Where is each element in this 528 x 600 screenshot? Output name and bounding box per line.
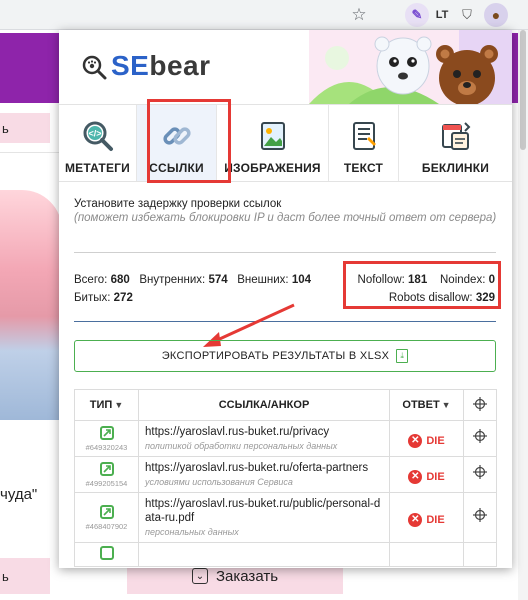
file-download-icon: ⤓: [396, 349, 409, 363]
column-target-header[interactable]: [463, 389, 497, 421]
popup-header: SEbear: [59, 30, 512, 104]
status-badge: ✕ DIE: [408, 512, 445, 527]
internal-link-icon: [99, 425, 114, 440]
crosshair-icon: [473, 396, 487, 411]
background-left-button[interactable]: ь: [0, 558, 50, 594]
cart-icon: ⌄: [191, 568, 208, 584]
browser-toolbar: ☆ ✎ LT ⛉ ●: [0, 0, 528, 30]
chain-link-icon: [162, 127, 191, 145]
error-icon: ✕: [408, 433, 423, 448]
popup-tabs: </> МЕТАТЕГИ ССЫЛКИ ИЗОБРАЖЕНИЯ ТЕКСТ БЕ…: [59, 104, 512, 182]
background-pink-label: ь: [2, 120, 9, 136]
backlinks-icon: [441, 122, 470, 150]
tab-text-label: ТЕКСТ: [343, 161, 384, 175]
table-row-partial: [74, 542, 497, 567]
link-url[interactable]: https://yaroslavl.rus-buket.ru/oferta-pa…: [145, 461, 383, 475]
column-response-header[interactable]: ОТВЕТ ▼: [389, 389, 464, 421]
link-url[interactable]: https://yaroslavl.rus-buket.ru/privacy: [145, 425, 383, 439]
chevron-down-icon: ▼: [441, 400, 451, 410]
link-url[interactable]: https://yaroslavl.rus-buket.ru/public/pe…: [145, 497, 383, 525]
background-header-block: [0, 33, 68, 103]
scrollbar-thumb[interactable]: [520, 30, 526, 150]
background-product-text: чуда": [0, 486, 38, 503]
divider: [74, 252, 496, 253]
crosshair-icon: [473, 508, 487, 522]
background-left-button-label: ь: [2, 568, 9, 584]
link-anchor: персональных данных: [145, 527, 239, 537]
chevron-down-icon: ▼: [114, 400, 124, 410]
sebear-extension-icon[interactable]: ●: [484, 3, 508, 27]
status-badge: ✕ DIE: [408, 433, 445, 448]
crosshair-icon: [473, 465, 487, 479]
status-badge: ✕ DIE: [408, 469, 445, 484]
external-count: 104: [291, 274, 311, 286]
magnifier-logo-icon: [82, 55, 107, 80]
internal-link-icon: [99, 461, 114, 476]
locate-link-button[interactable]: [463, 456, 497, 493]
column-type-header[interactable]: ТИП ▼: [74, 389, 139, 421]
noindex-count: 0: [488, 274, 495, 286]
page-scrollbar[interactable]: [518, 30, 528, 600]
broken-count: 272: [113, 292, 133, 304]
tab-links-label: ССЫЛКИ: [149, 161, 204, 175]
background-product-image: [0, 190, 62, 420]
tab-links[interactable]: ССЫЛКИ: [137, 105, 217, 181]
link-anchor: условиями использования Сервиса: [145, 477, 293, 487]
table-row: #649320243 https://yaroslavl.rus-buket.r…: [74, 420, 497, 457]
link-id: #468407902: [85, 521, 128, 531]
robots-disallow-count: 329: [475, 292, 495, 304]
links-table: ТИП ▼ ССЫЛКА/АНКОР ОТВЕТ ▼ #649320243 http…: [74, 389, 497, 567]
tab-text[interactable]: ТЕКСТ: [329, 105, 399, 181]
code-magnifier-icon: </>: [83, 121, 113, 151]
table-row: #468407902 https://yaroslavl.rus-buket.r…: [74, 492, 497, 543]
error-icon: ✕: [408, 469, 423, 484]
tab-images-label: ИЗОБРАЖЕНИЯ: [224, 161, 321, 175]
image-icon: [260, 122, 285, 150]
link-id: #499205154: [85, 478, 128, 488]
sebear-popup: SEbear </> МЕТАТЕГИ ССЫЛКИ ИЗОБРАЖЕНИЯ Т…: [59, 30, 512, 568]
export-xlsx-button[interactable]: ЭКСПОРТИРОВАТЬ РЕЗУЛЬТАТЫ В XLSX ⤓: [74, 340, 496, 372]
logo: SEbear: [111, 50, 211, 81]
export-xlsx-label: ЭКСПОРТИРОВАТЬ РЕЗУЛЬТАТЫ В XLSX: [161, 350, 390, 362]
mascots-illustration: [309, 30, 512, 104]
text-document-icon: [352, 122, 376, 150]
order-button-label: Заказать: [215, 567, 279, 585]
svg-text:</>: </>: [88, 129, 101, 139]
delay-setting-hint: (поможет избежать блокировки IP и даст б…: [74, 212, 497, 224]
column-link-header: ССЫЛКА/АНКОР: [138, 389, 390, 421]
table-row: #499205154 https://yaroslavl.rus-buket.r…: [74, 456, 497, 493]
languagetool-icon[interactable]: LT: [430, 3, 454, 27]
total-count: 680: [110, 274, 130, 286]
crosshair-icon: [473, 429, 487, 443]
link-stats-right: Nofollow: 181 Noindex: 0 Robots disallow…: [357, 274, 495, 304]
background-pink-bar: ь: [0, 113, 50, 143]
internal-link-icon: [99, 504, 114, 519]
background-divider: [0, 152, 60, 153]
internal-count: 574: [208, 274, 228, 286]
tab-metatags[interactable]: </> МЕТАТЕГИ: [59, 105, 137, 181]
pen-extension-icon[interactable]: ✎: [405, 3, 429, 27]
nofollow-count: 181: [408, 274, 428, 286]
locate-link-button[interactable]: [463, 420, 497, 457]
tab-backlinks[interactable]: БЕКЛИНКИ: [399, 105, 512, 181]
shield-extension-icon[interactable]: ⛉: [455, 3, 479, 27]
tab-metatags-label: МЕТАТЕГИ: [64, 161, 130, 175]
locate-link-button[interactable]: [463, 492, 497, 543]
internal-link-icon: [99, 546, 114, 560]
tab-images[interactable]: ИЗОБРАЖЕНИЯ: [217, 105, 329, 181]
link-id: #649320243: [85, 442, 128, 452]
delay-setting-label[interactable]: Установите задержку проверки ссылок: [74, 197, 281, 211]
error-icon: ✕: [408, 512, 423, 527]
tab-backlinks-label: БЕКЛИНКИ: [421, 161, 490, 175]
link-anchor: политикой обработки персональных данных: [145, 441, 338, 451]
star-icon[interactable]: ☆: [347, 3, 371, 27]
